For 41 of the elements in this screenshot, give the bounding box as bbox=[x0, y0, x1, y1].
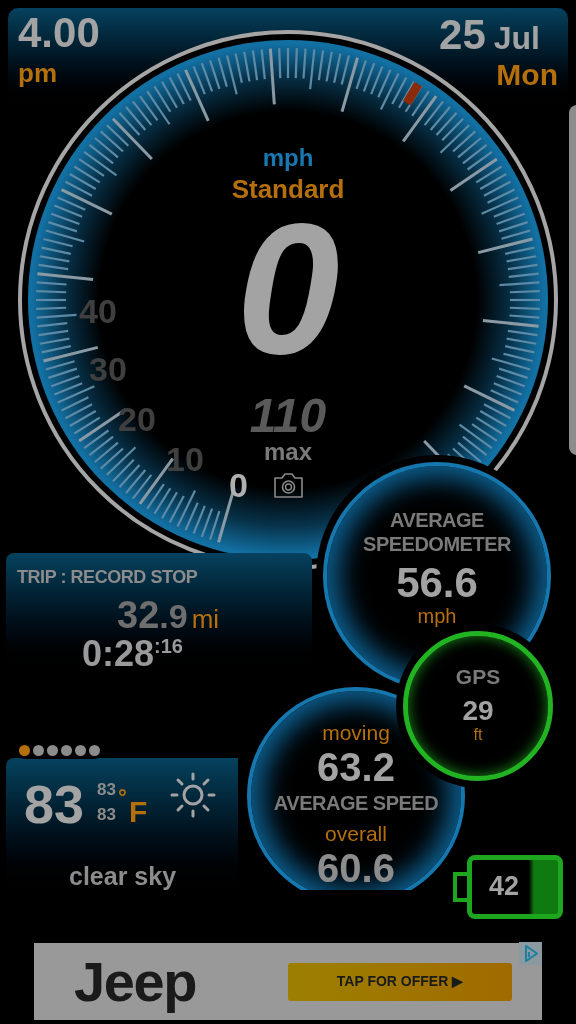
trip-distance: 32 bbox=[117, 596, 160, 634]
moving-label: moving bbox=[322, 722, 390, 743]
temperature-value: 83 bbox=[24, 777, 85, 831]
scale-label: 0 bbox=[229, 468, 248, 502]
temperature-unit: F bbox=[129, 797, 148, 827]
degree-sign: ° bbox=[118, 787, 127, 809]
max-label: max bbox=[264, 440, 312, 464]
mode-text: Standard bbox=[231, 176, 345, 202]
distance-unit: mi bbox=[191, 606, 220, 632]
temperature-low: 83 bbox=[97, 806, 116, 823]
advertisement-banner[interactable]: Jeep TAP FOR OFFER ▶ bbox=[34, 943, 542, 1020]
weather-condition: clear sky bbox=[69, 864, 177, 889]
overall-label: overall bbox=[325, 823, 387, 844]
gps-unit: ft bbox=[473, 727, 483, 743]
scale-label: 40 bbox=[79, 294, 117, 328]
battery-level-text: 42 bbox=[489, 873, 520, 900]
temperature-high: 83 bbox=[97, 781, 116, 798]
meridiem-text: pm bbox=[18, 60, 57, 86]
date-month: Jul bbox=[493, 22, 540, 54]
time-text: 4.00 bbox=[18, 12, 100, 54]
average-speedometer-value: 56.6 bbox=[396, 562, 478, 604]
offer-button[interactable]: TAP FOR OFFER ▶ bbox=[288, 962, 512, 1001]
scale-label: 30 bbox=[89, 352, 127, 386]
weekday-text: Mon bbox=[496, 60, 558, 90]
trip-distance-decimal: .9 bbox=[159, 599, 188, 633]
average-speed-title: AVERAGE SPEED bbox=[273, 793, 439, 813]
average-speedometer-unit: mph bbox=[417, 606, 457, 626]
scale-label: 20 bbox=[118, 402, 156, 436]
trip-title: TRIP : RECORD STOP bbox=[17, 568, 198, 586]
trip-duration: 0:28 bbox=[82, 636, 155, 672]
gps-label: GPS bbox=[455, 666, 501, 687]
date-day: 25 bbox=[439, 14, 486, 56]
overall-speed-value: 60.6 bbox=[317, 848, 395, 888]
max-speed-value: 110 bbox=[249, 392, 327, 440]
trip-duration-seconds: :16 bbox=[154, 636, 183, 656]
unit-text: mph bbox=[262, 146, 314, 170]
gps-accuracy-value: 29 bbox=[462, 697, 494, 725]
average-speedometer-label: AVERAGE bbox=[390, 508, 484, 532]
scale-label: 10 bbox=[166, 442, 204, 476]
average-speedometer-label: SPEEDOMETER bbox=[363, 532, 511, 556]
moving-speed-value: 63.2 bbox=[317, 747, 395, 787]
